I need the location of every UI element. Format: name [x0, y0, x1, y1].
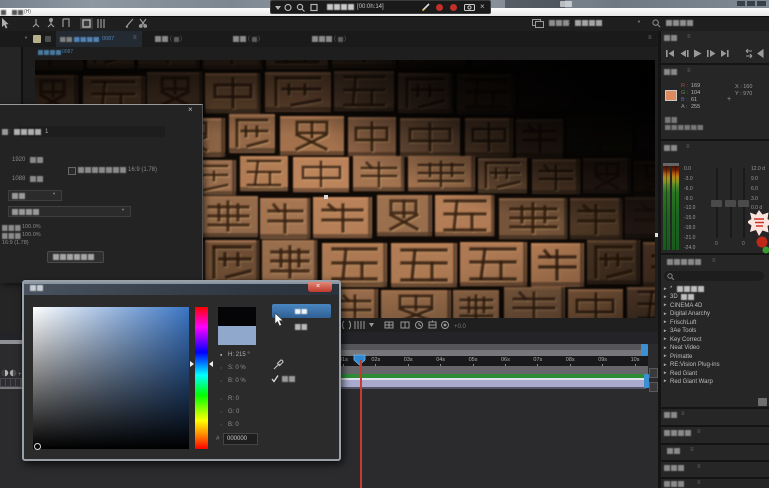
- svg-text:+0.0: +0.0: [454, 324, 467, 330]
